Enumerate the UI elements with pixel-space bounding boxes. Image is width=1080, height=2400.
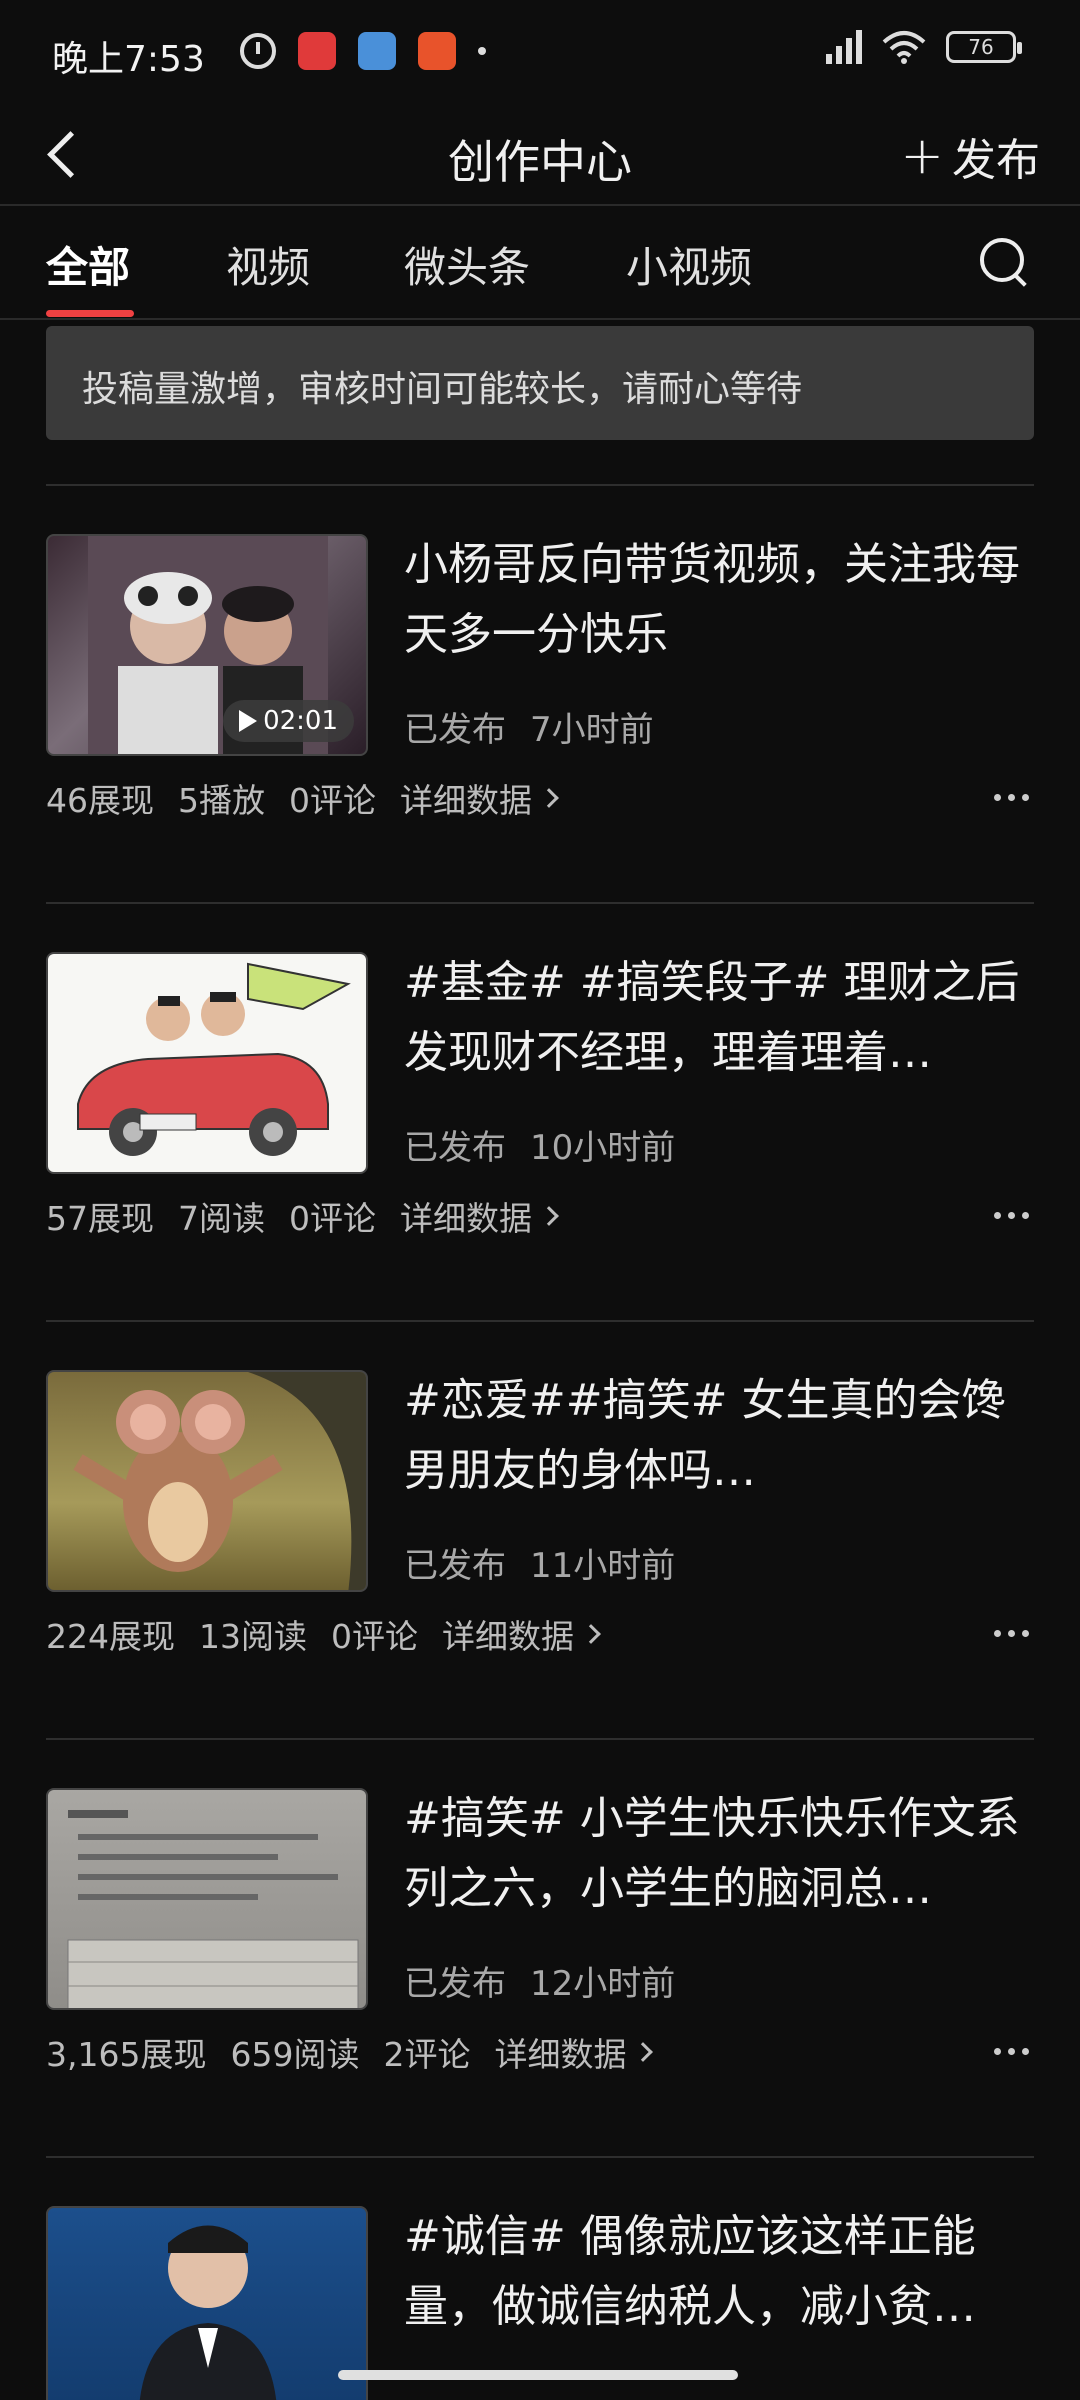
publish-time: 7小时前 bbox=[530, 710, 654, 750]
status-indicators: 76 bbox=[826, 30, 1022, 64]
notification-icons bbox=[240, 32, 486, 70]
post-item[interactable]: #诚信# 偶像就应该这样正能量，做诚信纳税人，减小贫… bbox=[46, 2156, 1034, 2400]
post-title[interactable]: #恋爱##搞笑# 女生真的会馋男朋友的身体吗… bbox=[404, 1366, 1034, 1506]
impressions-count: 224展现 bbox=[46, 1617, 175, 1656]
notice-banner: 投稿量激增，审核时间可能较长，请耐心等待 bbox=[46, 326, 1034, 440]
more-options-button[interactable] bbox=[994, 782, 1034, 812]
post-title[interactable]: #搞笑# 小学生快乐快乐作文系列之六，小学生的脑洞总… bbox=[404, 1784, 1034, 1924]
publish-status: 已发布 bbox=[404, 710, 506, 750]
publish-label: 发布 bbox=[952, 135, 1040, 186]
post-thumbnail[interactable] bbox=[46, 2206, 368, 2400]
tab-all[interactable]: 全部 bbox=[46, 234, 130, 295]
thumbnail-image bbox=[139, 2225, 277, 2400]
tab-video[interactable]: 视频 bbox=[226, 234, 310, 295]
detail-label: 详细数据 bbox=[400, 781, 532, 820]
play-icon bbox=[239, 710, 258, 732]
plays-count: 5播放 bbox=[178, 781, 265, 820]
notice-text: 投稿量激增，审核时间可能较长，请耐心等待 bbox=[82, 369, 803, 410]
app-notification-icon bbox=[418, 32, 456, 70]
detail-data-link[interactable]: 详细数据 bbox=[442, 1610, 601, 1658]
post-stats: 57展现 7阅读 0评论 详细数据 bbox=[46, 1192, 559, 1240]
post-thumbnail[interactable] bbox=[46, 1370, 368, 1592]
tab-bar: 全部 视频 微头条 小视频 bbox=[0, 208, 1080, 320]
detail-data-link[interactable]: 详细数据 bbox=[494, 2028, 654, 2076]
post-stats: 3,165展现 659阅读 2评论 详细数据 bbox=[46, 2028, 654, 2076]
publish-time: 11小时前 bbox=[530, 1546, 676, 1586]
post-status: 已发布 10小时前 bbox=[404, 1120, 675, 1169]
post-item[interactable]: #基金# #搞笑段子# 理财之后发现财不经理，理着理着… 已发布 10小时前 57… bbox=[46, 902, 1034, 1320]
back-button[interactable] bbox=[40, 118, 100, 188]
tab-micro-post[interactable]: 微头条 bbox=[404, 234, 530, 295]
impressions-count: 57展现 bbox=[46, 1199, 154, 1238]
battery-icon: 76 bbox=[946, 31, 1022, 63]
publish-time: 10小时前 bbox=[530, 1128, 676, 1168]
detail-label: 详细数据 bbox=[442, 1617, 574, 1656]
post-thumbnail[interactable] bbox=[46, 1788, 368, 2010]
alarm-icon bbox=[240, 33, 276, 69]
post-title[interactable]: #诚信# 偶像就应该这样正能量，做诚信纳税人，减小贫… bbox=[404, 2202, 1034, 2342]
detail-data-link[interactable]: 详细数据 bbox=[400, 774, 559, 822]
thumbnail-image bbox=[67, 1810, 359, 2008]
publish-time: 12小时前 bbox=[530, 1964, 676, 2004]
more-options-button[interactable] bbox=[994, 1200, 1034, 1230]
comments-count: 0评论 bbox=[289, 781, 376, 820]
plus-icon: + bbox=[900, 126, 944, 186]
post-item[interactable]: #恋爱##搞笑# 女生真的会馋男朋友的身体吗… 已发布 11小时前 224展现 1… bbox=[46, 1320, 1034, 1738]
publish-status: 已发布 bbox=[404, 1964, 506, 2004]
comments-count: 2评论 bbox=[383, 2035, 471, 2074]
post-status: 已发布 7小时前 bbox=[404, 702, 654, 751]
more-options-button[interactable] bbox=[994, 1618, 1034, 1648]
search-icon[interactable] bbox=[980, 238, 1030, 288]
post-thumbnail[interactable] bbox=[46, 952, 368, 1174]
comments-count: 0评论 bbox=[331, 1617, 418, 1656]
app-notification-icon bbox=[298, 32, 336, 70]
post-title[interactable]: #基金# #搞笑段子# 理财之后发现财不经理，理着理着… bbox=[404, 948, 1034, 1088]
more-options-button[interactable] bbox=[994, 2036, 1034, 2066]
chevron-right-icon bbox=[539, 788, 559, 808]
duration-text: 02:01 bbox=[263, 706, 338, 736]
home-indicator[interactable] bbox=[338, 2370, 738, 2380]
detail-label: 详细数据 bbox=[494, 2035, 627, 2074]
detail-data-link[interactable]: 详细数据 bbox=[400, 1192, 559, 1240]
thumbnail-image bbox=[77, 962, 351, 1156]
impressions-count: 3,165展现 bbox=[46, 2035, 207, 2074]
chevron-right-icon bbox=[633, 2042, 654, 2062]
gallery-notification-icon bbox=[358, 32, 396, 70]
status-bar: 晚上7:53 76 bbox=[0, 0, 1080, 100]
reads-count: 659阅读 bbox=[230, 2035, 360, 2074]
status-time: 晚上7:53 bbox=[52, 39, 205, 80]
publish-button[interactable]: + 发布 bbox=[900, 124, 1040, 188]
wifi-icon bbox=[882, 31, 926, 64]
post-status: 已发布 12小时前 bbox=[404, 1956, 675, 2005]
publish-status: 已发布 bbox=[404, 1128, 506, 1168]
active-tab-indicator bbox=[46, 310, 134, 317]
post-item[interactable]: 02:01 小杨哥反向带货视频，关注我每天多一分快乐 已发布 7小时前 46展现 … bbox=[46, 484, 1034, 902]
reads-count: 7阅读 bbox=[178, 1199, 265, 1238]
chevron-right-icon bbox=[539, 1206, 559, 1226]
more-notifications-icon bbox=[478, 47, 486, 55]
impressions-count: 46展现 bbox=[46, 781, 154, 820]
comments-count: 0评论 bbox=[289, 1199, 376, 1238]
tab-short-video[interactable]: 小视频 bbox=[626, 234, 752, 295]
post-stats: 46展现 5播放 0评论 详细数据 bbox=[46, 774, 559, 822]
post-title[interactable]: 小杨哥反向带货视频，关注我每天多一分快乐 bbox=[404, 530, 1034, 670]
nav-bar: 创作中心 + 发布 bbox=[0, 100, 1080, 206]
post-item[interactable]: #搞笑# 小学生快乐快乐作文系列之六，小学生的脑洞总… 已发布 12小时前 3,1… bbox=[46, 1738, 1034, 2156]
signal-icon bbox=[826, 30, 862, 64]
chevron-right-icon bbox=[581, 1624, 601, 1644]
reads-count: 13阅读 bbox=[199, 1617, 307, 1656]
post-status: 已发布 11小时前 bbox=[404, 1538, 675, 1587]
video-thumbnail[interactable]: 02:01 bbox=[46, 534, 368, 756]
thumbnail-image bbox=[73, 1372, 366, 1590]
publish-status: 已发布 bbox=[404, 1546, 506, 1586]
detail-label: 详细数据 bbox=[400, 1199, 532, 1238]
video-duration: 02:01 bbox=[223, 700, 354, 742]
post-stats: 224展现 13阅读 0评论 详细数据 bbox=[46, 1610, 601, 1658]
